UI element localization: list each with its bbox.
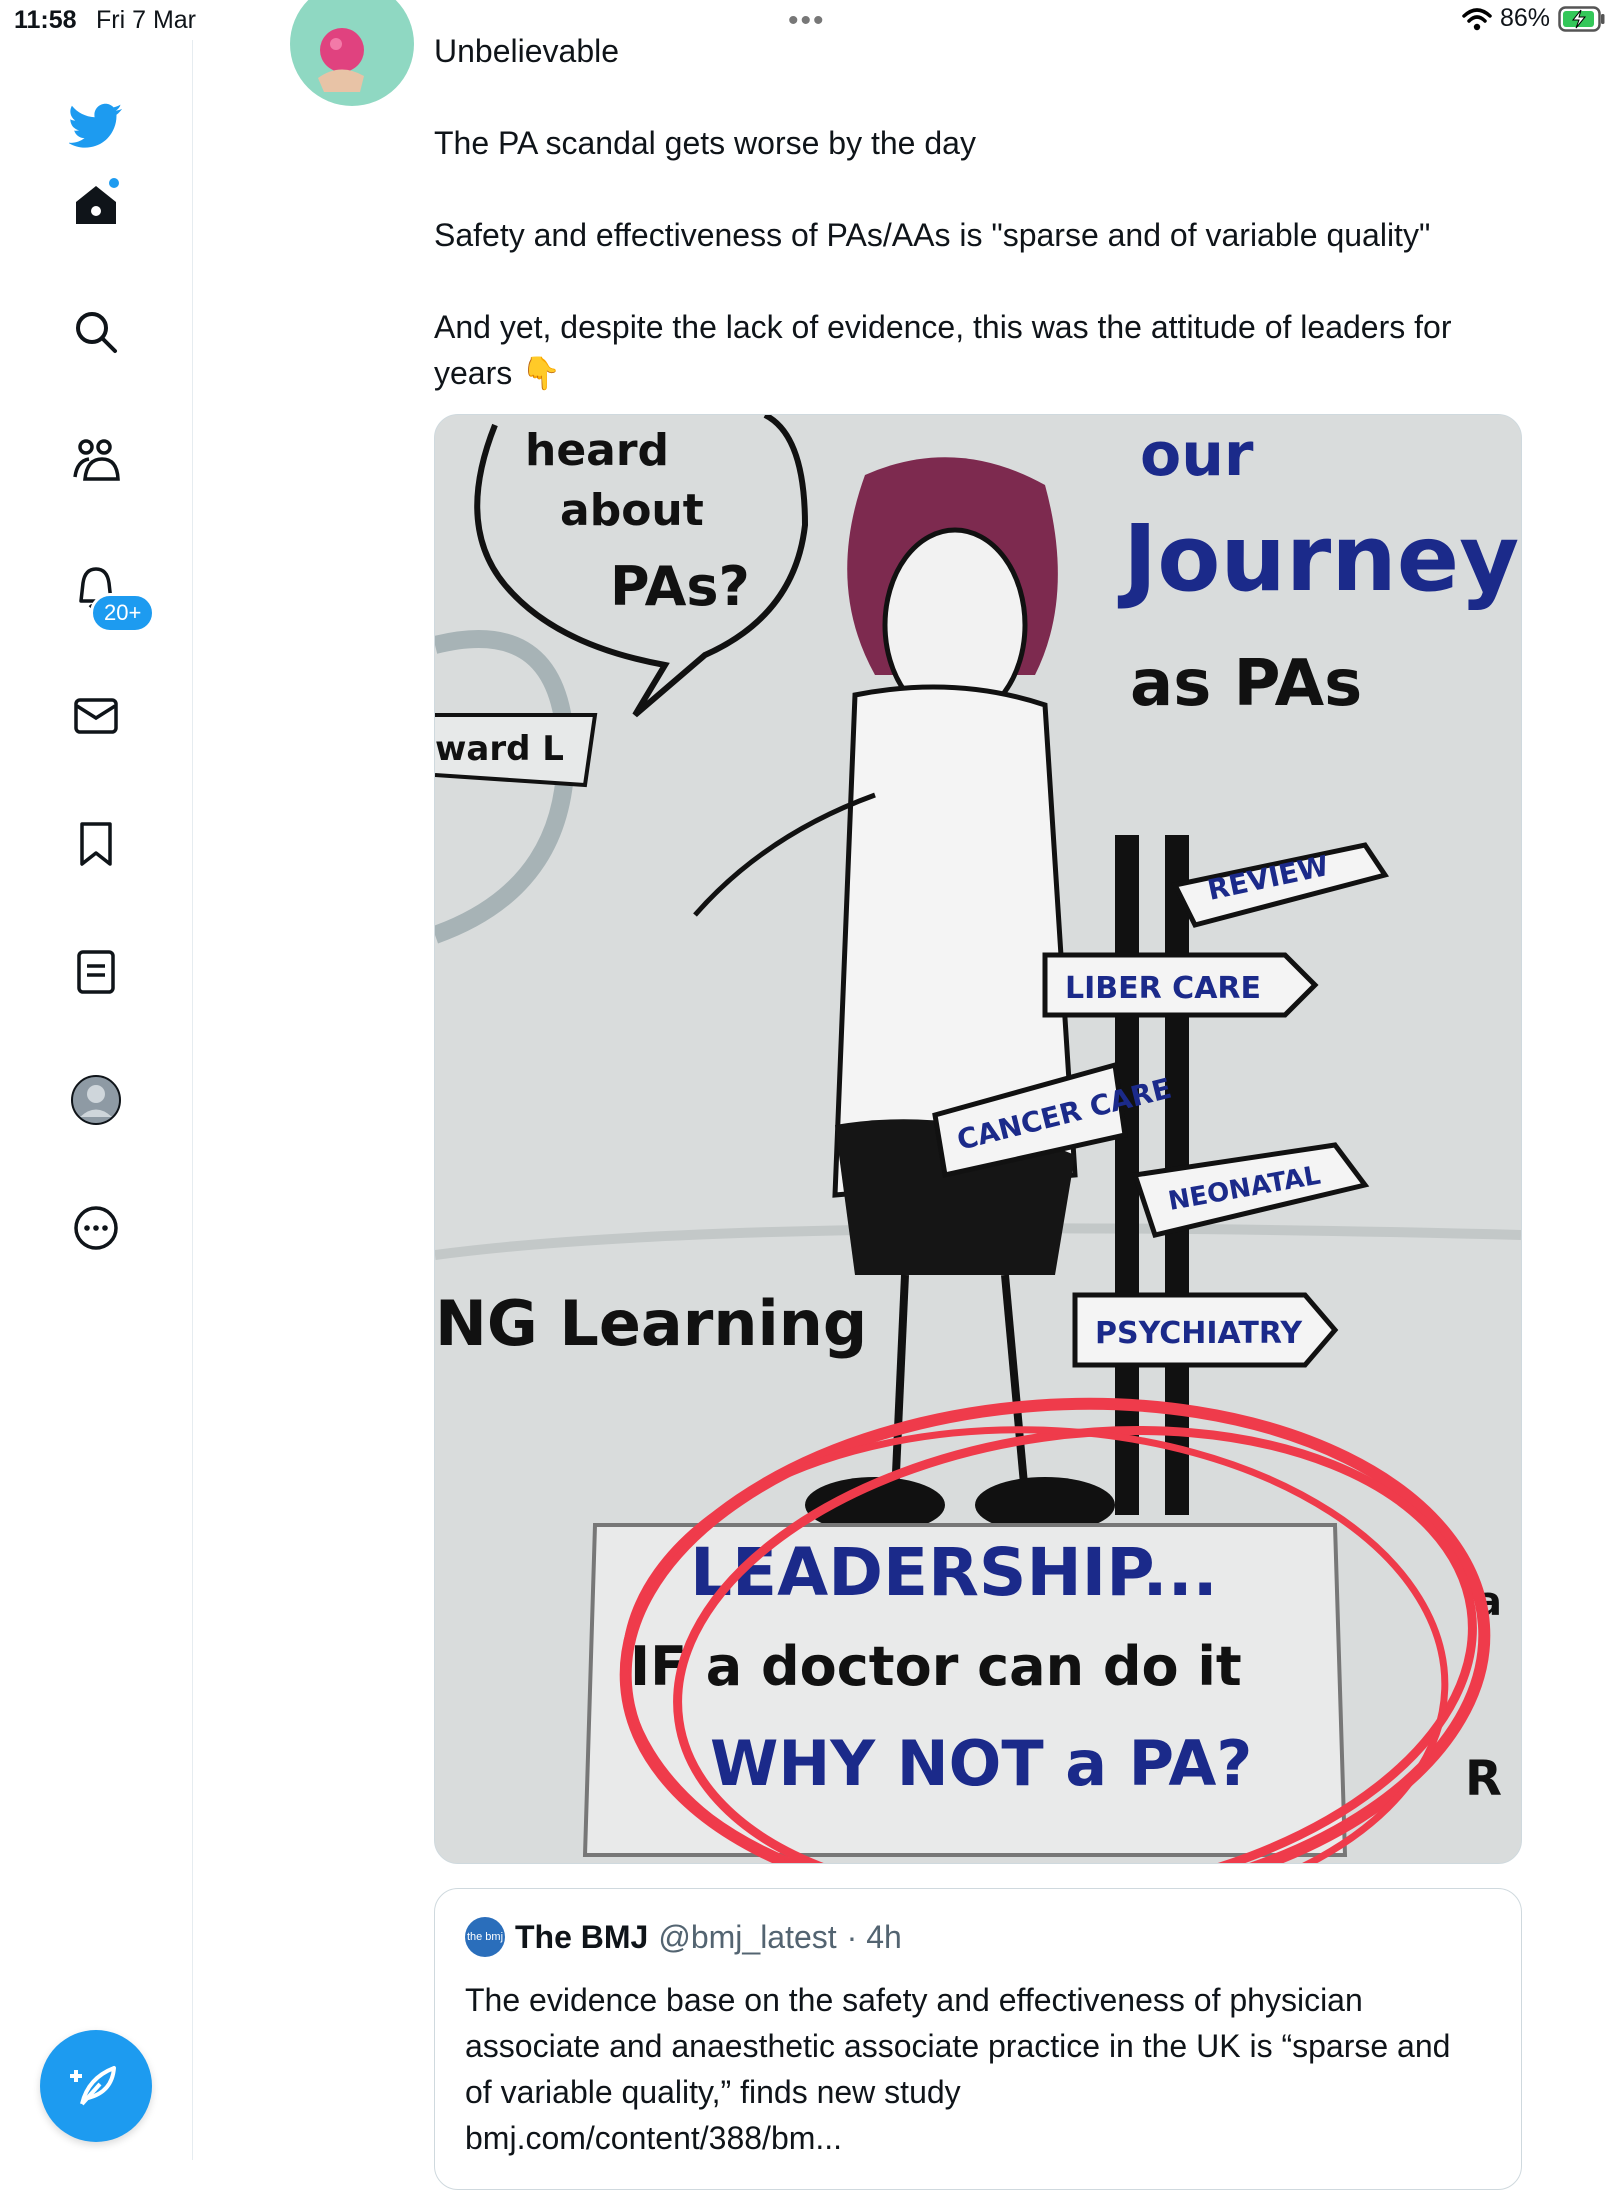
mail-icon [74, 698, 118, 734]
whiteboard-drawing: heard about PAs? ward L our Journey as P… [435, 415, 1521, 1863]
right-fragment-text: R [1465, 1751, 1502, 1807]
status-time: 11:58 [14, 6, 77, 34]
quoted-tweet-card[interactable]: the bmj The BMJ @bmj_latest · 4h The evi… [434, 1888, 1522, 2190]
home-icon [76, 178, 119, 224]
tweet-media-image[interactable]: heard about PAs? ward L our Journey as P… [434, 414, 1522, 1864]
nav-lists[interactable] [62, 938, 130, 1006]
bubble-text: heard [525, 425, 669, 476]
title-text: as PAs [1130, 647, 1362, 721]
more-options-icon [74, 1206, 118, 1250]
compose-feather-icon [70, 2066, 116, 2106]
nav-communities[interactable] [62, 426, 130, 494]
search-icon [76, 312, 117, 353]
status-date: Fri 7 Mar [96, 6, 196, 34]
nav-home[interactable] [62, 170, 130, 238]
sidebar: 20+ [0, 40, 193, 2160]
twitter-logo-button[interactable] [62, 92, 130, 160]
title-text: our [1140, 420, 1254, 490]
learning-text: NG Learning [435, 1287, 867, 1360]
tweet-text-line: The PA scandal gets worse by the day [434, 125, 976, 161]
communities-icon [73, 439, 120, 481]
battery-charging-icon [1558, 5, 1605, 32]
nav-messages[interactable] [62, 682, 130, 750]
lists-icon [77, 950, 115, 994]
wifi-icon [1462, 7, 1492, 30]
notifications-badge: 20+ [90, 593, 156, 633]
sign-text: LIBER CARE [1065, 971, 1261, 1006]
quoted-tweet-body: The evidence base on the safety and effe… [465, 1982, 1451, 2110]
tweet-text-line: And yet, despite the lack of evidence, t… [434, 309, 1452, 391]
tweet-text-line: Unbelievable [434, 33, 620, 69]
quoted-tweet-time: · 4h [846, 1918, 902, 1955]
quoted-tweet-text: The evidence base on the safety and effe… [465, 1977, 1485, 2161]
board-text: WHY NOT a PA? [710, 1727, 1252, 1800]
compose-tweet-button[interactable] [40, 2030, 152, 2142]
title-text: Journey [1117, 505, 1519, 612]
bubble-text: PAs? [610, 555, 750, 618]
board-text: IF a doctor can do it [630, 1635, 1242, 1698]
nav-more[interactable] [62, 1194, 130, 1262]
nav-explore[interactable] [62, 298, 130, 366]
bookmark-icon [80, 822, 112, 866]
quoted-tweet-header: the bmj The BMJ @bmj_latest · 4h [465, 1917, 902, 1957]
quoted-author-handle[interactable]: @bmj_latest [658, 1919, 836, 1956]
quoted-tweet-link[interactable]: bmj.com/content/388/bm... [465, 2120, 842, 2156]
nav-profile[interactable] [62, 1066, 130, 1134]
left-fragment-text: ward L [435, 729, 564, 769]
tweet-text-line: Safety and effectiveness of PAs/AAs is "… [434, 217, 1431, 253]
nav-bookmarks[interactable] [62, 810, 130, 878]
sign-text: PSYCHIATRY [1095, 1316, 1303, 1351]
quoted-author-name[interactable]: The BMJ [515, 1919, 648, 1956]
bubble-text: about [560, 485, 704, 536]
twitter-bird-icon [69, 103, 123, 148]
bmj-logo: the bmj [465, 1917, 505, 1957]
author-avatar[interactable] [290, 0, 414, 106]
profile-avatar-icon [71, 1075, 121, 1125]
avatar-image [318, 28, 364, 92]
